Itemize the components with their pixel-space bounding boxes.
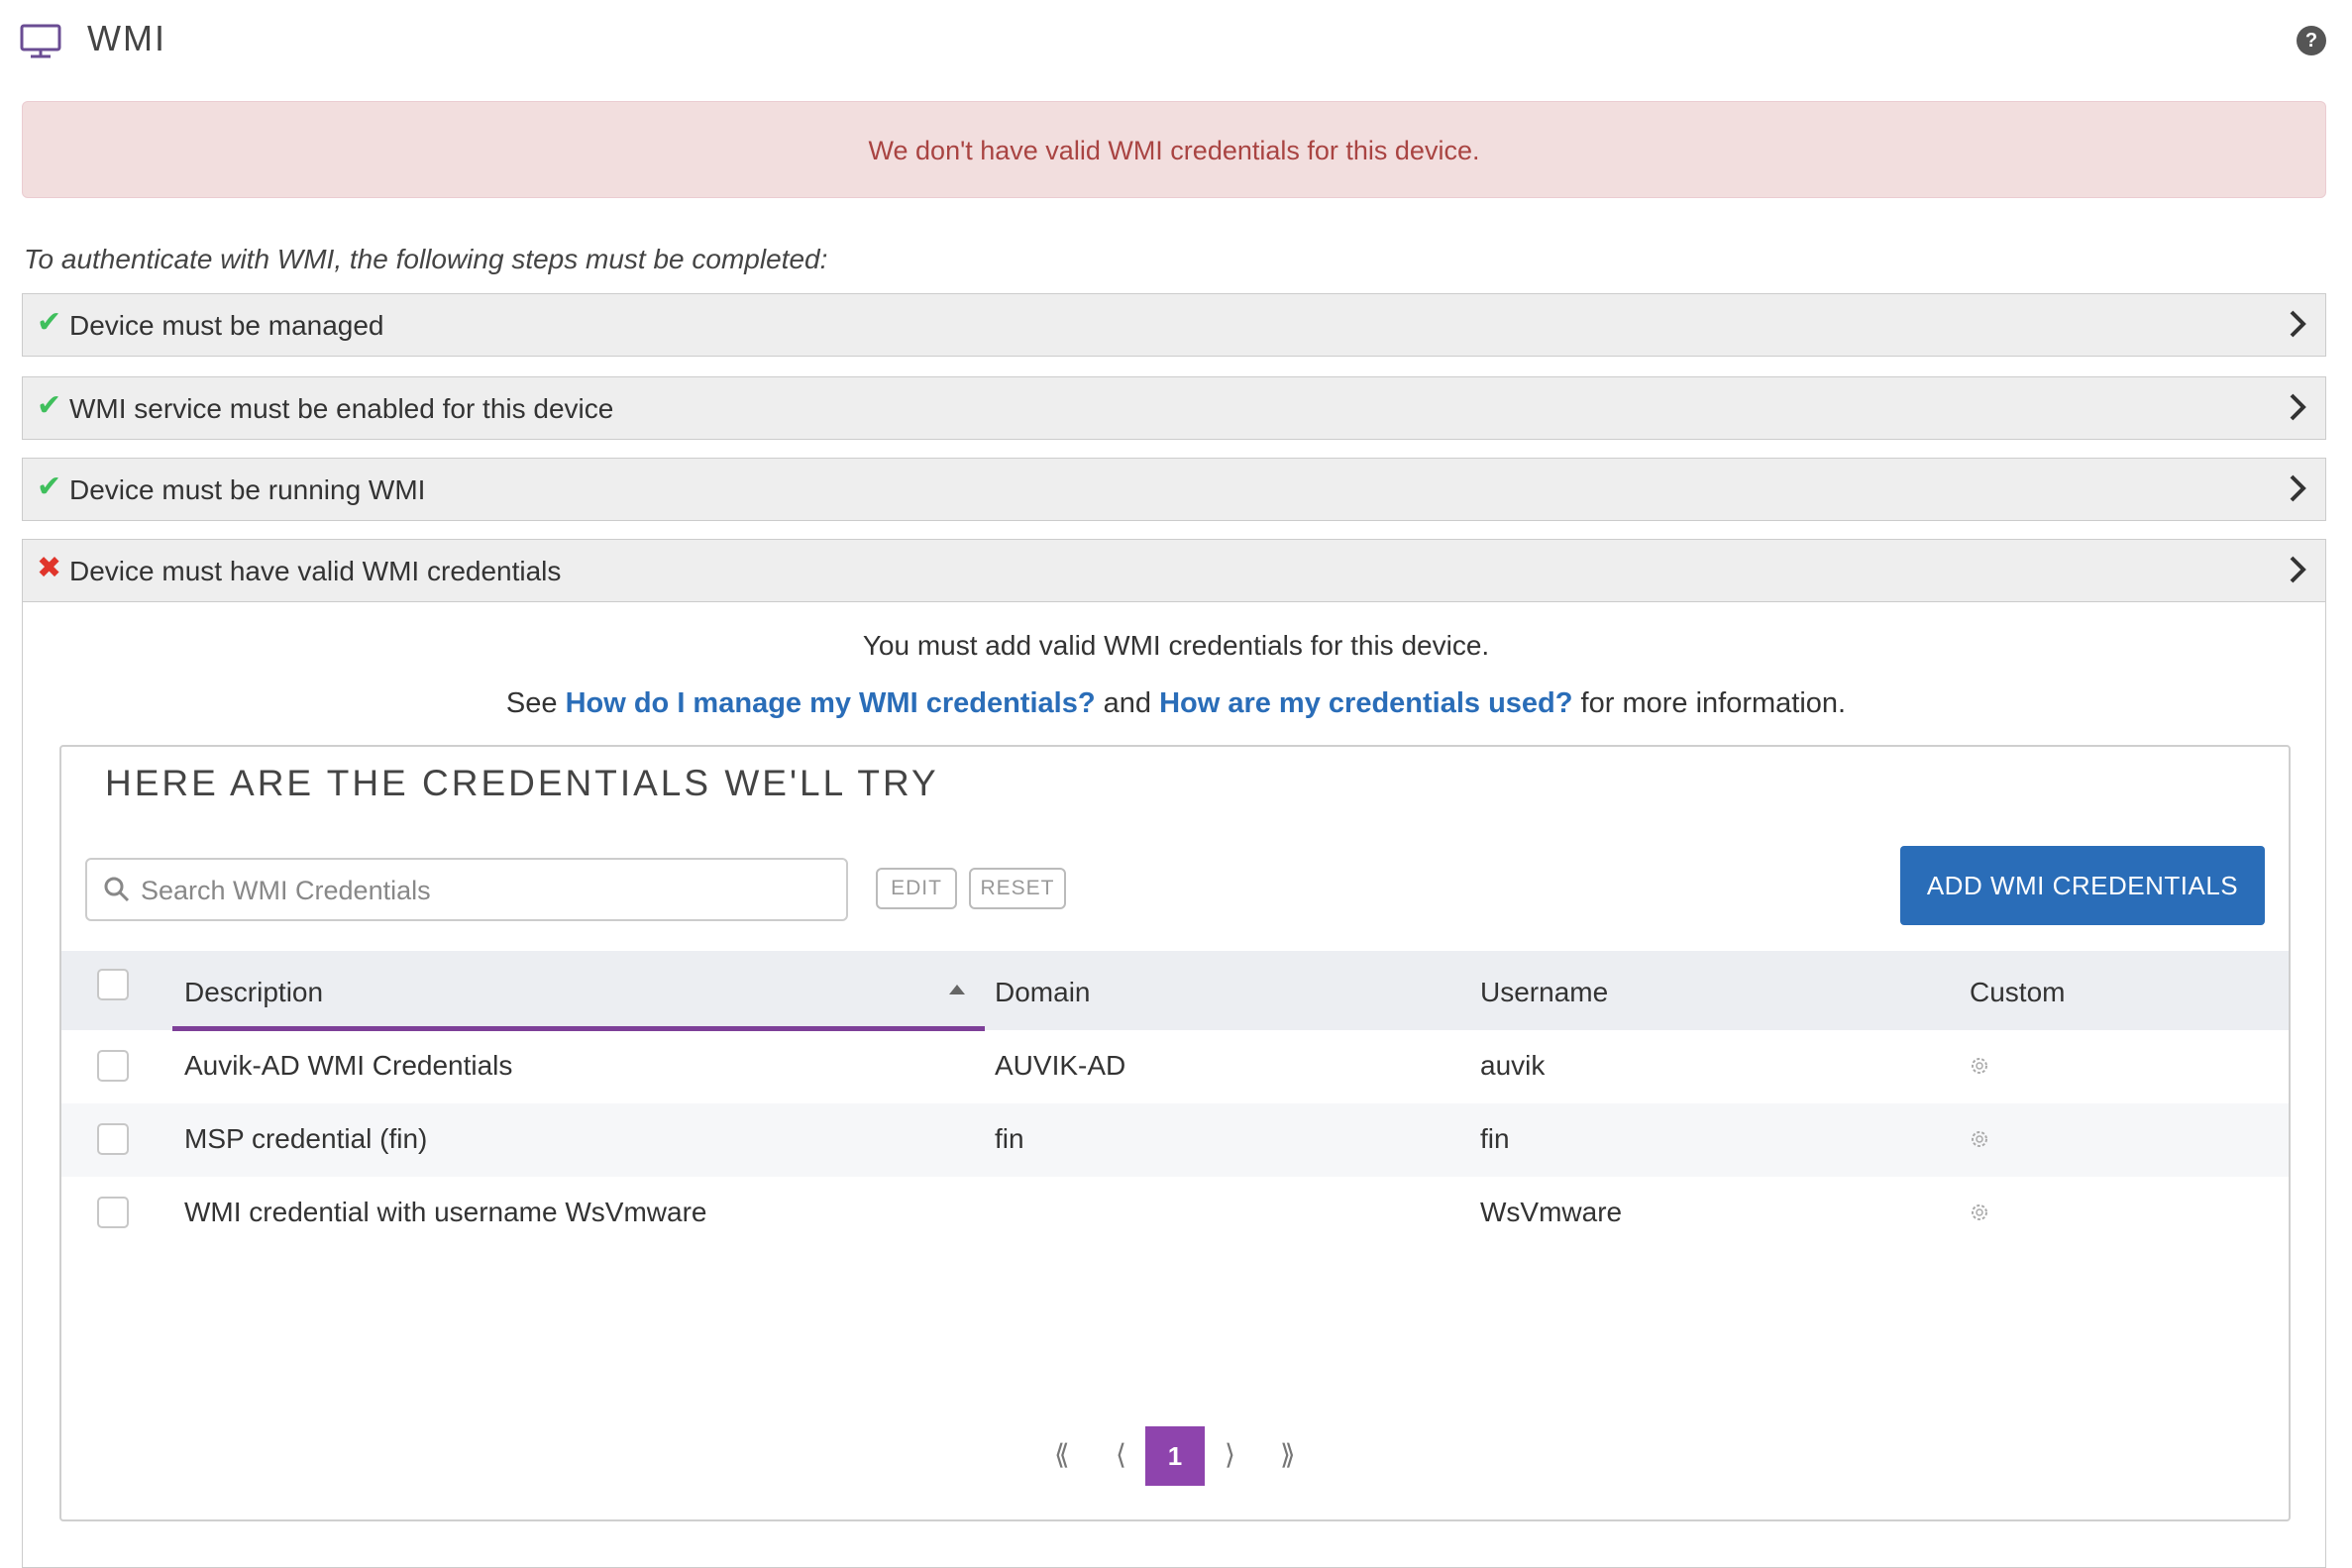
step-device-managed[interactable]: ✔ Device must be managed xyxy=(22,293,2326,357)
row-checkbox[interactable] xyxy=(97,1123,129,1155)
chevron-right-icon xyxy=(2290,474,2306,502)
gear-icon xyxy=(1972,1204,1987,1220)
table-row[interactable]: Auvik-AD WMI Credentials AUVIK-AD auvik xyxy=(61,1030,2289,1103)
step-label: Device must have valid WMI credentials xyxy=(69,556,562,586)
search-box xyxy=(85,858,848,921)
next-page-button[interactable]: ⟩ xyxy=(1225,1438,1235,1471)
cell-description: MSP credential (fin) xyxy=(184,1123,428,1154)
table-row[interactable]: WMI credential with username WsVmware Ws… xyxy=(61,1177,2289,1250)
chevron-right-icon xyxy=(2290,556,2306,583)
edit-button[interactable]: EDIT xyxy=(876,868,957,909)
chevron-right-icon xyxy=(2290,310,2306,338)
cell-description: WMI credential with username WsVmware xyxy=(184,1197,707,1227)
step-label: Device must be running WMI xyxy=(69,474,426,505)
error-alert: We don't have valid WMI credentials for … xyxy=(22,101,2326,198)
gear-icon xyxy=(1972,1131,1987,1147)
see-suffix: for more information. xyxy=(1572,687,1847,719)
and-text: and xyxy=(1095,687,1160,719)
card-title: HERE ARE THE CREDENTIALS WE'LL TRY xyxy=(105,763,939,803)
cell-description: Auvik-AD WMI Credentials xyxy=(184,1050,513,1081)
reset-button[interactable]: RESET xyxy=(969,868,1066,909)
gear-icon xyxy=(1972,1058,1987,1074)
step-label: Device must be managed xyxy=(69,310,384,341)
prev-page-button[interactable]: ⟨ xyxy=(1116,1438,1126,1471)
table-row[interactable]: MSP credential (fin) fin fin xyxy=(61,1103,2289,1177)
panel-help-text: See How do I manage my WMI credentials? … xyxy=(0,687,2352,720)
search-input[interactable] xyxy=(139,868,836,913)
select-all-checkbox[interactable] xyxy=(97,969,129,1000)
cell-domain: fin xyxy=(995,1123,1024,1154)
check-icon: ✔ xyxy=(37,389,62,422)
search-icon xyxy=(104,877,130,902)
cell-domain: AUVIK-AD xyxy=(995,1050,1126,1081)
credentials-used-link[interactable]: How are my credentials used? xyxy=(1159,687,1572,719)
cell-username: fin xyxy=(1480,1123,1510,1154)
last-page-button[interactable]: ⟫ xyxy=(1280,1438,1296,1471)
page-title: WMI xyxy=(87,18,166,58)
credentials-card: HERE ARE THE CREDENTIALS WE'LL TRY EDIT … xyxy=(59,745,2291,1521)
column-header-custom[interactable]: Custom xyxy=(1970,977,2065,1008)
column-header-username[interactable]: Username xyxy=(1480,977,1608,1008)
alert-text: We don't have valid WMI credentials for … xyxy=(868,136,1480,165)
monitor-icon xyxy=(20,24,61,58)
step-wmi-service-enabled[interactable]: ✔ WMI service must be enabled for this d… xyxy=(22,376,2326,440)
add-wmi-credentials-button[interactable]: ADD WMI CREDENTIALS xyxy=(1900,846,2265,925)
column-header-domain[interactable]: Domain xyxy=(995,977,1090,1008)
cell-username: auvik xyxy=(1480,1050,1546,1081)
step-label: WMI service must be enabled for this dev… xyxy=(69,393,614,424)
first-page-button[interactable]: ⟪ xyxy=(1054,1438,1070,1471)
step-running-wmi[interactable]: ✔ Device must be running WMI xyxy=(22,458,2326,521)
x-icon: ✖ xyxy=(37,552,62,584)
sort-ascending-icon xyxy=(949,985,965,994)
pagination: ⟪ ⟨ 1 ⟩ ⟫ xyxy=(61,1426,2289,1490)
table-header: Description Domain Username Custom xyxy=(61,951,2289,1031)
row-checkbox[interactable] xyxy=(97,1050,129,1082)
column-header-description[interactable]: Description xyxy=(184,977,323,1008)
see-prefix: See xyxy=(505,687,566,719)
check-icon: ✔ xyxy=(37,306,62,339)
page-header: WMI ? xyxy=(0,0,2352,79)
cell-username: WsVmware xyxy=(1480,1197,1623,1227)
help-icon[interactable]: ? xyxy=(2297,26,2326,55)
panel-message: You must add valid WMI credentials for t… xyxy=(862,630,1490,661)
step-valid-credentials[interactable]: ✖ Device must have valid WMI credentials xyxy=(22,539,2326,602)
manage-credentials-link[interactable]: How do I manage my WMI credentials? xyxy=(566,687,1096,719)
page-1-button[interactable]: 1 xyxy=(1145,1426,1205,1486)
steps-intro: To authenticate with WMI, the following … xyxy=(24,244,828,274)
check-icon: ✔ xyxy=(37,470,62,503)
row-checkbox[interactable] xyxy=(97,1197,129,1228)
chevron-right-icon xyxy=(2290,393,2306,421)
